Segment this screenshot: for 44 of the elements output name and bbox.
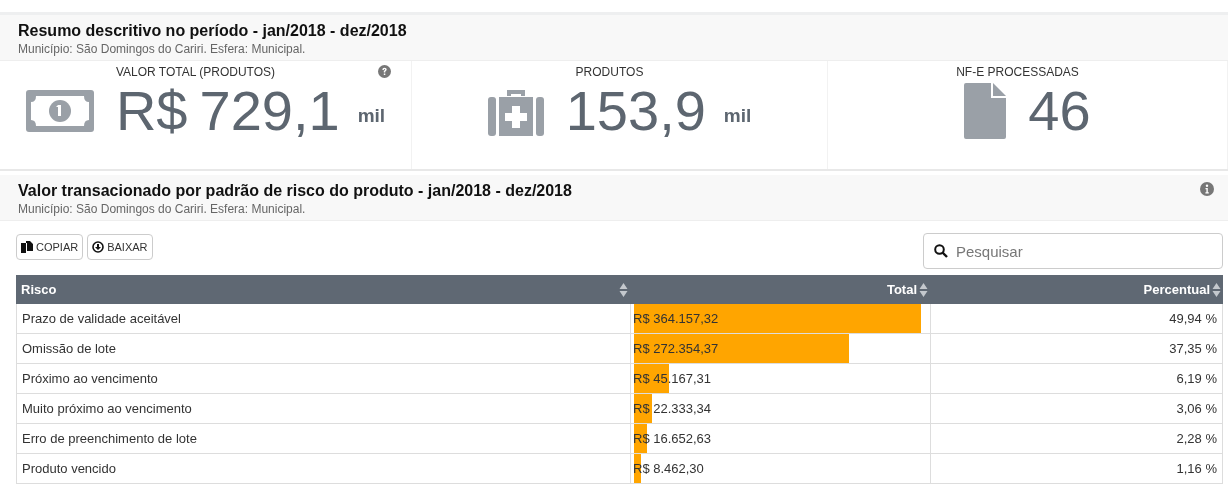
table-cell: Produto vencido (17, 454, 631, 483)
stat-unit: mil (723, 105, 752, 127)
total-value: R$ 22.333,34 (633, 401, 712, 416)
sort-icon[interactable] (619, 281, 628, 298)
file-icon (964, 83, 1007, 139)
table-cell: 49,94 % (931, 304, 1223, 333)
stat-value: 46 (1028, 81, 1091, 141)
banknote-icon (25, 90, 94, 132)
table-cell: 1,16 % (931, 454, 1223, 483)
download-icon (92, 241, 105, 253)
table-cell: Muito próximo ao vencimento (17, 394, 631, 423)
column-header[interactable]: Risco (21, 282, 57, 297)
info-icon[interactable] (1200, 182, 1214, 196)
column-header[interactable]: Total (886, 282, 917, 297)
stat-label: PRODUTOS (575, 65, 644, 79)
stat-label: NF-E PROCESSADAS (956, 65, 1079, 79)
copy-button[interactable]: COPIAR (16, 234, 84, 260)
sort-icon[interactable] (919, 281, 928, 298)
column-header[interactable]: Percentual (1143, 282, 1210, 297)
section-subtitle: Município: São Domingos do Cariri. Esfera: Municipal. (18, 201, 307, 217)
table-cell: Erro de preenchimento de lote (17, 424, 631, 453)
total-value: R$ 272.354,37 (633, 341, 719, 356)
sort-icon[interactable] (1212, 281, 1221, 298)
table-cell: 37,35 % (931, 334, 1223, 363)
table-cell: 6,19 % (931, 364, 1223, 393)
copy-icon (21, 241, 33, 253)
search-icon (934, 244, 948, 258)
stat-label: VALOR TOTAL (PRODUTOS) (115, 65, 276, 79)
table-cell: 2,28 % (931, 424, 1223, 453)
search-field[interactable]: Pesquisar (923, 233, 1223, 269)
table-cell: Próximo ao vencimento (17, 364, 631, 393)
stat-value: 729,1 (199, 81, 340, 141)
total-value: R$ 364.157,32 (633, 311, 719, 326)
summary-subtitle: Município: São Domingos do Cariri. Esfera: Municipal. (18, 41, 307, 57)
stat-unit: mil (357, 105, 386, 127)
table-cell: Omissão de lote (17, 334, 631, 363)
summary-title: Resumo descritivo no período - jan/2018 - dez/2018 (18, 21, 407, 41)
stat-value: 153,9 (565, 81, 706, 141)
help-icon[interactable] (378, 65, 391, 78)
download-button[interactable]: BAIXAR (87, 234, 153, 260)
table-cell: 3,06 % (931, 394, 1223, 423)
table-cell: Prazo de validade aceitável (17, 304, 631, 333)
section-title: Valor transacionado por padrão de risco do produto - jan/2018 - dez/2018 (18, 181, 572, 201)
stat-prefix: R$ (115, 81, 188, 141)
